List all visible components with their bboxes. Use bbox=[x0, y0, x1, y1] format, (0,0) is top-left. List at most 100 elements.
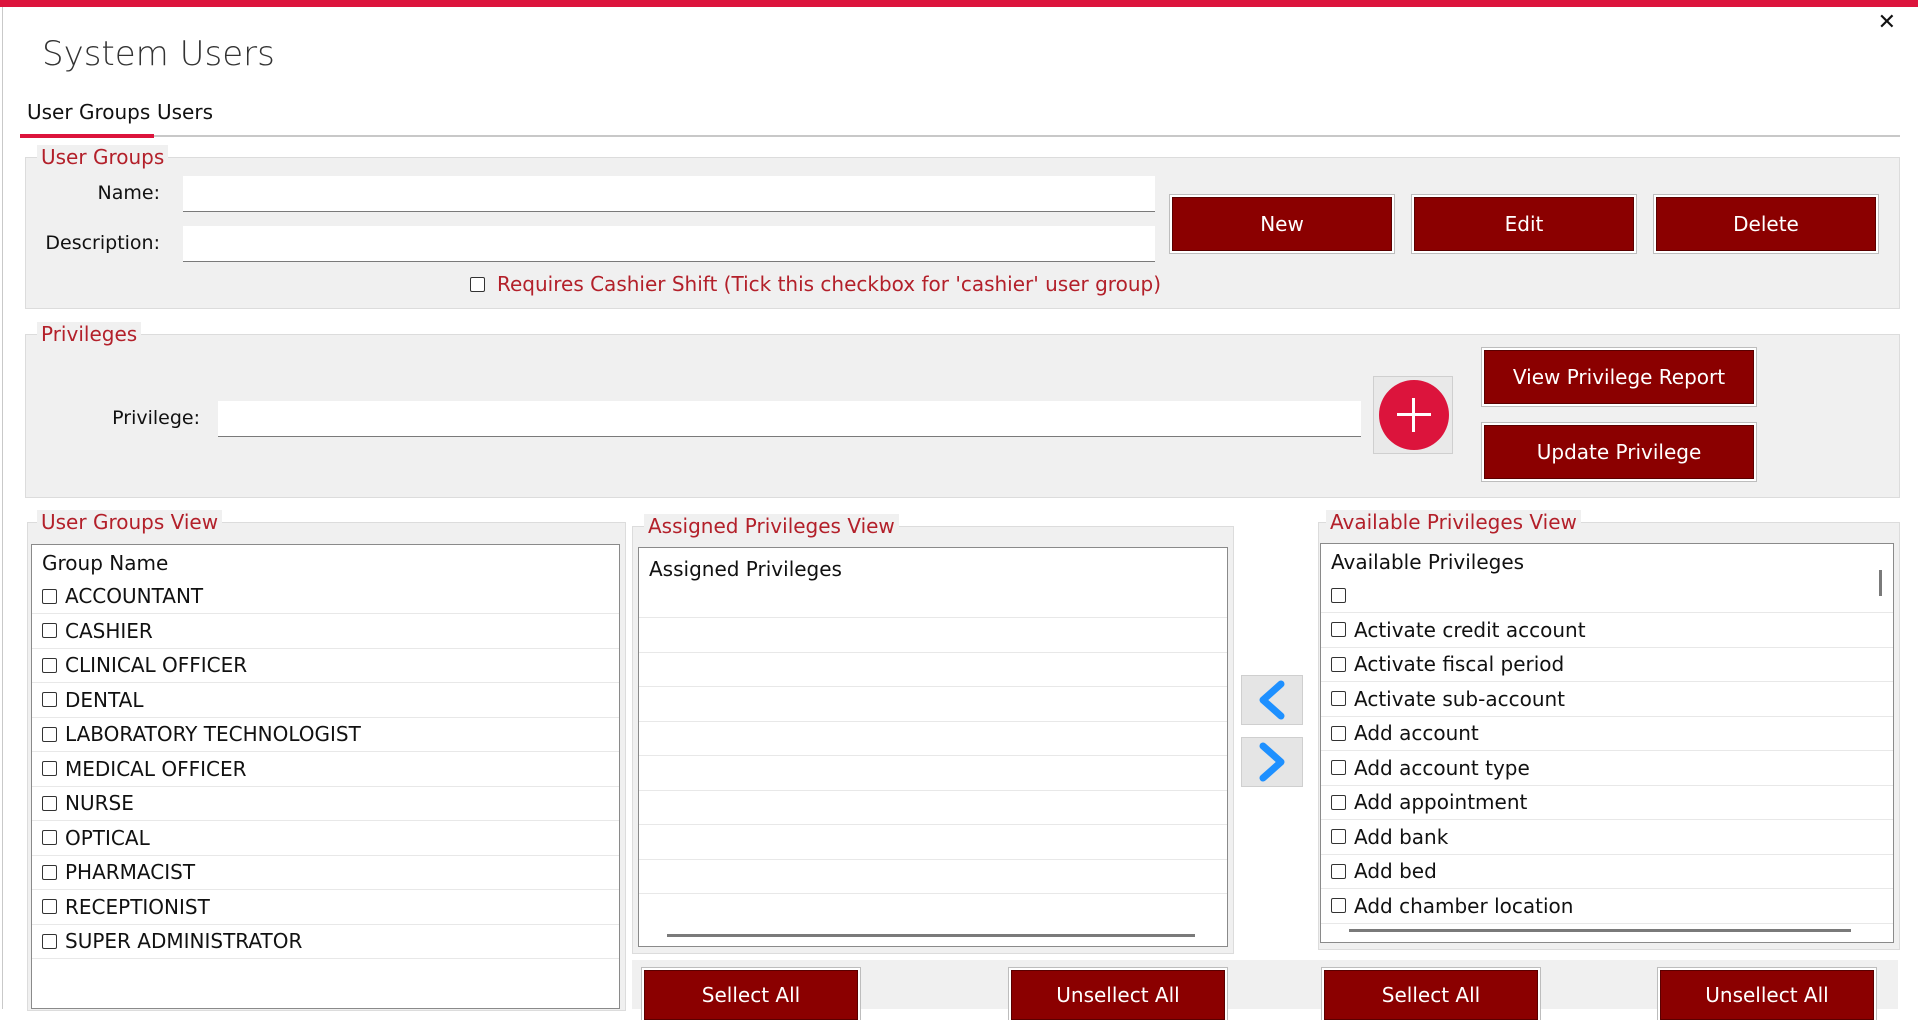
list-item[interactable]: Activate fiscal period bbox=[1321, 647, 1893, 682]
list-item-label: CLINICAL OFFICER bbox=[65, 653, 248, 677]
list-item-label: Add bank bbox=[1354, 824, 1449, 849]
list-item-checkbox[interactable] bbox=[42, 761, 57, 776]
name-input[interactable] bbox=[183, 176, 1155, 212]
remove-privilege-button[interactable] bbox=[1241, 737, 1303, 787]
list-item-label: Add account type bbox=[1354, 755, 1530, 780]
close-icon[interactable]: ✕ bbox=[1878, 10, 1896, 36]
list-item[interactable]: MEDICAL OFFICER bbox=[32, 752, 619, 787]
select-all-privileges-button[interactable]: Sellect All bbox=[1324, 970, 1538, 1020]
list-item[interactable] bbox=[639, 618, 1227, 653]
list-item[interactable] bbox=[639, 756, 1227, 791]
list-item-checkbox[interactable] bbox=[42, 588, 57, 604]
list-item[interactable] bbox=[639, 790, 1227, 825]
list-item-checkbox[interactable] bbox=[42, 623, 57, 638]
list-item-label: Activate fiscal period bbox=[1354, 652, 1565, 676]
list-item-label: ACCOUNTANT bbox=[65, 584, 204, 608]
list-item[interactable]: RECEPTIONIST bbox=[32, 890, 619, 925]
list-item-checkbox[interactable] bbox=[42, 692, 57, 707]
list-item[interactable]: Add appointment bbox=[1321, 785, 1893, 820]
list-item-checkbox[interactable] bbox=[1331, 829, 1346, 844]
list-item-checkbox[interactable] bbox=[1331, 898, 1346, 913]
list-item[interactable]: Add chamber location bbox=[1321, 889, 1893, 924]
list-item-checkbox[interactable] bbox=[42, 795, 57, 811]
list-item[interactable]: OPTICAL bbox=[32, 821, 619, 856]
privilege-input[interactable] bbox=[218, 401, 1361, 437]
arrow-right-icon bbox=[1259, 742, 1285, 782]
list-item[interactable] bbox=[639, 859, 1227, 894]
list-item[interactable] bbox=[639, 687, 1227, 722]
list-item[interactable] bbox=[639, 652, 1227, 687]
unselect-all-privileges-button[interactable]: Unsellect All bbox=[1660, 970, 1874, 1020]
list-item-checkbox[interactable] bbox=[1331, 794, 1346, 810]
available-vertical-scrollbar[interactable] bbox=[1879, 570, 1882, 596]
list-item-checkbox[interactable] bbox=[42, 830, 57, 845]
list-item[interactable]: DENTAL bbox=[32, 683, 619, 718]
list-item[interactable]: LABORATORY TECHNOLOGIST bbox=[32, 717, 619, 752]
list-item-checkbox[interactable] bbox=[1331, 760, 1346, 775]
assigned-privileges-list[interactable]: Assigned Privileges bbox=[638, 547, 1228, 947]
list-item-label: RECEPTIONIST bbox=[65, 894, 210, 919]
view-privilege-report-button[interactable]: View Privilege Report bbox=[1484, 350, 1754, 404]
available-privileges-list[interactable]: Available Privileges Activate credit acc… bbox=[1320, 543, 1894, 943]
select-all-groups-button[interactable]: Sellect All bbox=[644, 970, 858, 1020]
list-item-label: LABORATORY TECHNOLOGIST bbox=[65, 722, 361, 746]
requires-cashier-shift-option[interactable]: Requires Cashier Shift (Tick this checkb… bbox=[470, 272, 1161, 296]
privileges-legend: Privileges bbox=[37, 322, 142, 346]
assigned-horizontal-scrollbar[interactable] bbox=[667, 934, 1195, 937]
list-item[interactable]: Add bank bbox=[1321, 820, 1893, 855]
window-accent-bar bbox=[0, 0, 1918, 7]
list-item[interactable] bbox=[1321, 578, 1893, 613]
assign-privilege-button[interactable] bbox=[1241, 675, 1303, 725]
new-button[interactable]: New bbox=[1172, 197, 1392, 251]
list-item-checkbox[interactable] bbox=[42, 864, 57, 880]
add-privilege-plus-icon[interactable] bbox=[1379, 380, 1449, 450]
user-groups-legend: User Groups bbox=[37, 145, 169, 169]
list-item[interactable] bbox=[639, 825, 1227, 860]
list-item-label: SUPER ADMINISTRATOR bbox=[65, 929, 303, 953]
description-input[interactable] bbox=[183, 226, 1155, 262]
list-item-label: Activate credit account bbox=[1354, 617, 1586, 642]
assigned-privileges-column-header: Assigned Privileges bbox=[649, 557, 842, 581]
list-item-label: MEDICAL OFFICER bbox=[65, 756, 247, 781]
list-item-checkbox[interactable] bbox=[1331, 587, 1346, 603]
list-item-checkbox[interactable] bbox=[42, 933, 57, 949]
list-item-label: OPTICAL bbox=[65, 825, 150, 850]
unselect-all-groups-button[interactable]: Unsellect All bbox=[1011, 970, 1225, 1020]
list-item[interactable]: Add bed bbox=[1321, 854, 1893, 889]
list-item[interactable]: NURSE bbox=[32, 786, 619, 821]
list-item[interactable]: Add account type bbox=[1321, 751, 1893, 786]
list-item-checkbox[interactable] bbox=[42, 726, 57, 742]
list-item-checkbox[interactable] bbox=[1331, 863, 1346, 879]
list-item-checkbox[interactable] bbox=[1331, 656, 1346, 672]
tab-user-groups[interactable]: User Groups bbox=[27, 100, 150, 124]
list-item-label: NURSE bbox=[65, 791, 134, 815]
list-item-checkbox[interactable] bbox=[42, 657, 57, 673]
list-item[interactable] bbox=[639, 721, 1227, 756]
assigned-privileges-view-legend: Assigned Privileges View bbox=[644, 514, 899, 538]
list-item-checkbox[interactable] bbox=[1331, 691, 1346, 706]
list-item-checkbox[interactable] bbox=[1331, 622, 1346, 637]
list-item[interactable]: Activate sub-account bbox=[1321, 682, 1893, 717]
available-horizontal-scrollbar[interactable] bbox=[1349, 929, 1851, 932]
user-groups-list[interactable]: Group Name ACCOUNTANT CASHIER CLINICAL OFF… bbox=[31, 544, 620, 1009]
list-item[interactable]: Activate credit account bbox=[1321, 613, 1893, 648]
list-item[interactable]: PHARMACIST bbox=[32, 855, 619, 890]
list-item[interactable]: CLINICAL OFFICER bbox=[32, 648, 619, 683]
page-title: System Users bbox=[42, 34, 275, 74]
list-item-checkbox[interactable] bbox=[1331, 725, 1346, 741]
update-privilege-button[interactable]: Update Privilege bbox=[1484, 425, 1754, 479]
requires-cashier-shift-checkbox[interactable] bbox=[470, 276, 485, 292]
tab-users[interactable]: Users bbox=[157, 100, 213, 124]
list-item[interactable] bbox=[639, 583, 1227, 618]
requires-cashier-shift-label: Requires Cashier Shift (Tick this checkb… bbox=[497, 272, 1161, 296]
delete-button[interactable]: Delete bbox=[1656, 197, 1876, 251]
edit-button[interactable]: Edit bbox=[1414, 197, 1634, 251]
arrow-left-icon bbox=[1259, 680, 1285, 720]
group-name-column-header: Group Name bbox=[42, 551, 169, 575]
list-item[interactable]: CASHIER bbox=[32, 614, 619, 649]
list-item-checkbox[interactable] bbox=[42, 899, 57, 914]
list-item[interactable]: ACCOUNTANT bbox=[32, 579, 619, 614]
list-item[interactable]: SUPER ADMINISTRATOR bbox=[32, 924, 619, 959]
list-item[interactable]: Add account bbox=[1321, 716, 1893, 751]
user-groups-view-legend: User Groups View bbox=[37, 510, 223, 534]
